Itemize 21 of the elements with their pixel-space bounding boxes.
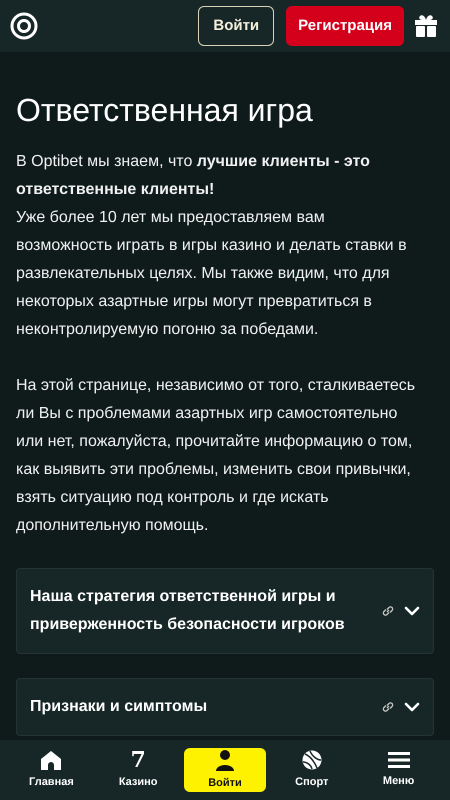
nav-tab[interactable]: Меню bbox=[358, 748, 440, 792]
ball-icon bbox=[302, 750, 322, 770]
menu-icon bbox=[388, 750, 410, 769]
user-icon bbox=[214, 748, 236, 771]
seven-icon: 7 bbox=[130, 750, 146, 770]
nav-tab[interactable]: 7 Казино bbox=[97, 748, 180, 792]
home-icon bbox=[40, 750, 62, 770]
accordion-item[interactable]: Признаки и симптомы bbox=[16, 678, 434, 736]
page-title: Ответственная игра bbox=[16, 91, 314, 130]
register-button[interactable]: Регистрация bbox=[286, 6, 404, 46]
accordion-title: Признаки и симптомы bbox=[30, 697, 208, 717]
gift-icon[interactable] bbox=[412, 12, 440, 40]
body-paragraph: В Optibet мы знаем, что лучшие клиенты - это ответственные клиенты! Уже более 10 лет мы предоставляем вам возможность играть в игры казино и делать ставки в развлекательных целях. Мы также видим, что для некоторых азартные игры могут превратиться в неконтролируемую погоню за победами. bbox=[16, 152, 408, 340]
nav-tab[interactable]: Главная bbox=[10, 748, 92, 792]
accordion-item[interactable]: Наша стратегия ответственной игры и приверженность безопасности игроков bbox=[16, 568, 434, 654]
accordion-title: Наша стратегия ответственной игры и приверженность безопасности игроков bbox=[30, 587, 346, 635]
nav-tab[interactable]: Спорт bbox=[270, 748, 353, 792]
body-paragraph: На этой странице, независимо от того, сталкиваетесь ли Вы с проблемами азартных игр самостоятельно или нет, пожалуйста, прочитайте информацию о том, как выявить эти проблемы, изменить свои привычки, взять ситуацию под контроль и где искать дополнительную помощь. bbox=[16, 376, 416, 536]
nav-tab[interactable]: Войти bbox=[184, 748, 266, 792]
logo-icon[interactable] bbox=[10, 12, 38, 40]
login-button[interactable]: Войти bbox=[198, 6, 274, 46]
